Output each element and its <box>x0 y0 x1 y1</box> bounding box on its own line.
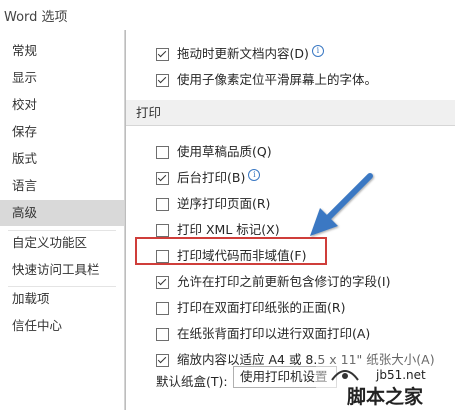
sidebar-item-display[interactable]: 显示 <box>0 65 124 91</box>
option-print-back-duplex[interactable]: 在纸张背面打印以进行双面打印(A) <box>156 325 370 343</box>
watermark-text: 脚本之家 <box>347 386 424 408</box>
window-title: Word 选项 <box>4 10 68 25</box>
option-label: 逆序打印页面(R) <box>177 196 271 211</box>
option-label: 在纸张背面打印以进行双面打印(A) <box>177 326 371 341</box>
checkbox[interactable] <box>156 353 169 367</box>
option-label: 允许在打印之前更新包含修订的字段(I) <box>177 274 391 289</box>
checkbox[interactable] <box>156 171 169 185</box>
print-section-header: 打印 <box>126 100 455 126</box>
sidebar-item-save[interactable]: 保存 <box>0 119 124 145</box>
sidebar-item-proofing[interactable]: 校对 <box>0 92 124 118</box>
option-draft-quality[interactable]: 使用草稿品质(Q) <box>156 143 272 161</box>
checkbox[interactable] <box>156 301 169 315</box>
option-print-front-duplex[interactable]: 打印在双面打印纸张的正面(R) <box>156 299 345 317</box>
checkbox[interactable] <box>156 197 169 211</box>
sidebar-item-advanced[interactable]: 高级 <box>0 200 124 226</box>
checkbox[interactable] <box>156 145 169 159</box>
checkbox[interactable] <box>156 275 169 289</box>
sidebar-item-add-ins[interactable]: 加载项 <box>0 286 124 312</box>
watermark-logo-icon <box>331 370 359 381</box>
option-label: 使用草稿品质(Q) <box>177 144 272 159</box>
default-tray-label: 默认纸盒(T): <box>156 374 228 389</box>
sidebar-item-quick-access-toolbar[interactable]: 快速访问工具栏 <box>0 257 124 283</box>
sidebar-item-trust-center[interactable]: 信任中心 <box>0 313 124 339</box>
highlight-box <box>135 237 327 265</box>
arrow-annotation-icon <box>310 173 373 236</box>
option-subpixel-positioning[interactable]: 使用子像素定位平滑屏幕上的字体。 <box>156 71 377 89</box>
watermark-url: jb51.net <box>376 368 426 382</box>
option-label: 拖动时更新文档内容(D) <box>177 46 309 61</box>
option-label: 打印在双面打印纸张的正面(R) <box>177 300 346 315</box>
info-icon[interactable]: i <box>248 169 261 181</box>
checkbox[interactable] <box>156 223 169 237</box>
checkbox[interactable] <box>156 73 169 87</box>
option-reverse-order[interactable]: 逆序打印页面(R) <box>156 195 270 213</box>
option-update-tracked-fields[interactable]: 允许在打印之前更新包含修订的字段(I) <box>156 273 390 291</box>
option-label: 使用子像素定位平滑屏幕上的字体。 <box>177 72 378 87</box>
sidebar-item-language[interactable]: 语言 <box>0 173 124 199</box>
sidebar-item-general[interactable]: 常规 <box>0 38 124 64</box>
option-label: 后台打印(B) <box>177 170 246 185</box>
sidebar: 常规 显示 校对 保存 版式 语言 高级 自定义功能区 快速访问工具栏 加载项 … <box>0 30 125 410</box>
info-icon[interactable]: i <box>311 45 324 57</box>
sidebar-item-layout[interactable]: 版式 <box>0 146 124 172</box>
checkbox[interactable] <box>156 327 169 341</box>
checkbox[interactable] <box>156 47 169 61</box>
sidebar-item-customize-ribbon[interactable]: 自定义功能区 <box>0 230 124 256</box>
option-background-printing[interactable]: 后台打印(B) i <box>156 169 261 187</box>
option-update-while-dragging[interactable]: 拖动时更新文档内容(D) i <box>156 45 324 63</box>
title-bar: Word 选项 <box>0 0 455 30</box>
